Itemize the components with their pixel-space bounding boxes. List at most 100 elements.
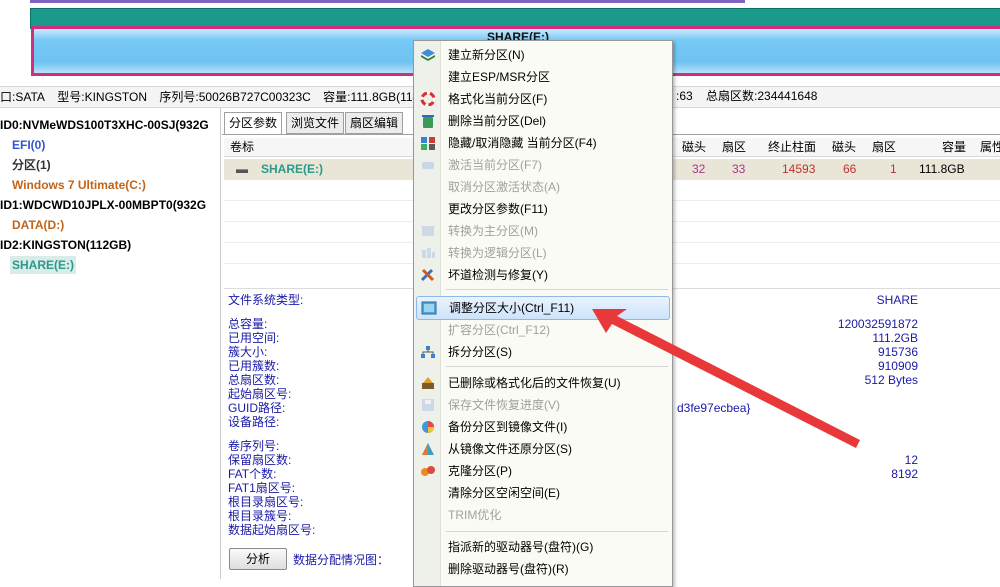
tree-partition-1[interactable]: 分区(1) — [12, 156, 51, 174]
detail-label: 已用簇数: — [228, 359, 280, 373]
menu-item-bad-sector-repair[interactable]: 坏道检测与修复(Y) — [414, 264, 672, 286]
tab-partition-params[interactable]: 分区参数 — [224, 112, 283, 135]
detail-value: 512 Bytes — [864, 373, 918, 387]
menu-item-save-recovery-progress[interactable]: 保存文件恢复进度(V) — [414, 394, 672, 416]
activate-icon — [420, 158, 436, 172]
col-volume[interactable]: 卷标 — [230, 138, 254, 156]
menu-separator — [446, 289, 668, 290]
menu-item-restore-image[interactable]: 从镜像文件还原分区(S) — [414, 438, 672, 460]
recover-icon — [420, 376, 436, 390]
tab-browse-files[interactable]: 浏览文件 — [286, 112, 345, 134]
save-icon — [420, 398, 436, 412]
menu-separator — [446, 366, 668, 367]
detail-label: 卷序列号: — [228, 439, 280, 453]
detail-value: 8192 — [891, 467, 918, 481]
detail-label: 保留扇区数: — [228, 453, 292, 467]
menu-item-remove-drive-letter[interactable]: 删除驱动器号(盘符)(R) — [414, 558, 672, 580]
menu-item-convert-logical[interactable]: 转换为逻辑分区(L) — [414, 242, 672, 264]
context-menu: 建立新分区(N) 建立ESP/MSR分区 格式化当前分区(F) 删除当前分区(D… — [413, 40, 673, 587]
tree-partition-d[interactable]: DATA(D:) — [12, 216, 64, 234]
detail-value: 12 — [904, 453, 918, 467]
col-start-head[interactable]: 磁头 — [682, 138, 706, 156]
analyze-button[interactable]: 分析 — [229, 548, 287, 570]
menu-item-split-partition[interactable]: 拆分分区(S) — [414, 341, 672, 363]
disk-total-sectors: 总扇区数:234441648 — [706, 89, 818, 103]
tree-partition-e-selected[interactable]: SHARE(E:) — [10, 256, 76, 274]
tree-disk-hd1[interactable]: ID1:WDCWD10JPLX-00MBPT0(932G — [0, 196, 206, 214]
restore-icon — [420, 442, 436, 456]
tree-partition-efi[interactable]: EFI(0) — [12, 136, 45, 154]
detail-label: 簇大小: — [228, 345, 268, 359]
menu-item-convert-primary[interactable]: 转换为主分区(M) — [414, 220, 672, 242]
detail-label: 数据起始扇区号: — [228, 523, 316, 537]
detail-value: 915736 — [877, 345, 918, 359]
layers-icon — [420, 48, 436, 62]
disk-model: 型号:KINGSTON — [57, 90, 148, 104]
guid-path-value: d3fe97ecbea} — [677, 401, 751, 415]
row-end-cylinder: 14593 — [782, 162, 816, 176]
menu-item-change-params[interactable]: 更改分区参数(F11) — [414, 198, 672, 220]
col-start-sector[interactable]: 扇区 — [722, 138, 746, 156]
resize-icon — [421, 301, 437, 315]
menu-item-format[interactable]: 格式化当前分区(F) — [414, 88, 672, 110]
col-end-sector[interactable]: 扇区 — [872, 138, 896, 156]
row-end-head: 66 — [843, 162, 857, 176]
menu-item-create-partition[interactable]: 建立新分区(N) — [414, 44, 672, 66]
col-end-head[interactable]: 磁头 — [832, 138, 856, 156]
detail-label: 起始扇区号: — [228, 387, 292, 401]
menu-item-resize-partition[interactable]: 调整分区大小(Ctrl_F11) — [416, 296, 670, 320]
detail-label: 根目录扇区号: — [228, 495, 304, 509]
clone-icon — [420, 464, 436, 478]
row-end-sector: 1 — [890, 162, 897, 176]
drive-icon: ▬ — [236, 162, 248, 176]
menu-item-file-recovery[interactable]: 已删除或格式化后的文件恢复(U) — [414, 372, 672, 394]
menu-item-assign-drive-letter[interactable]: 指派新的驱动器号(盘符)(G) — [414, 536, 672, 558]
detail-label: 根目录簇号: — [228, 509, 292, 523]
menu-item-hide[interactable]: 隐藏/取消隐藏 当前分区(F4) — [414, 132, 672, 154]
detail-label: 总扇区数: — [228, 373, 280, 387]
row-capacity: 111.8GB — [919, 162, 965, 176]
menu-item-delete[interactable]: 删除当前分区(Del) — [414, 110, 672, 132]
fs-type-label: 文件系统类型: — [228, 293, 304, 307]
fs-type-value: SHARE — [876, 293, 918, 307]
menu-item-wipe-free-space[interactable]: 清除分区空闲空间(E) — [414, 482, 672, 504]
backup-icon — [420, 420, 436, 434]
col-capacity[interactable]: 容量 — [942, 138, 966, 156]
tab-sector-editor[interactable]: 扇区编辑 — [345, 112, 404, 134]
detail-label: FAT个数: — [228, 467, 277, 481]
detail-label: 设备路径: — [228, 415, 280, 429]
convert-primary-icon — [420, 224, 436, 238]
tools-icon — [420, 268, 436, 282]
tree-partition-c[interactable]: Windows 7 Ultimate(C:) — [12, 176, 146, 194]
disk-serial: 序列号:50026B727C00323C — [159, 90, 311, 104]
menu-item-deactivate[interactable]: 取消分区激活状态(A) — [414, 176, 672, 198]
menu-item-trim[interactable]: TRIM优化 — [414, 504, 672, 526]
tree-disk-hd0[interactable]: ID0:NVMeWDS100T3XHC-00SJ(932G — [0, 116, 209, 134]
disk-interface: 口:SATA — [0, 90, 45, 104]
menu-separator — [446, 531, 668, 532]
detail-label: FAT1扇区号: — [228, 481, 296, 495]
detail-label: GUID路径: — [228, 401, 286, 415]
row-start-sector: 33 — [732, 162, 746, 176]
col-attr[interactable]: 属性 — [980, 138, 1000, 156]
menu-item-activate[interactable]: 激活当前分区(F7) — [414, 154, 672, 176]
split-icon — [420, 345, 436, 359]
lifebuoy-icon — [420, 91, 436, 107]
menu-item-backup-image[interactable]: 备份分区到镜像文件(I) — [414, 416, 672, 438]
disk-tree: ID0:NVMeWDS100T3XHC-00SJ(932G EFI(0) 分区(… — [0, 108, 221, 579]
row-start-head: 32 — [692, 162, 706, 176]
menu-item-create-esp-msr[interactable]: 建立ESP/MSR分区 — [414, 66, 672, 88]
convert-logical-icon — [420, 246, 436, 260]
disk-capacity: 容量:111.8GB(114 — [323, 90, 420, 104]
disk-info-tail: :63 总扇区数:234441648 — [676, 86, 817, 106]
distribution-label: 数据分配情况图： — [293, 553, 390, 567]
detail-label: 已用空间: — [228, 331, 280, 345]
col-end-cylinder[interactable]: 终止柱面 — [768, 138, 816, 156]
detail-value: 120032591872 — [837, 317, 918, 331]
detail-label: 总容量: — [228, 317, 268, 331]
detail-value: 910909 — [877, 359, 918, 373]
tree-disk-hd2[interactable]: ID2:KINGSTON(112GB) — [0, 236, 131, 254]
disk-top-strip — [30, 0, 745, 3]
menu-item-clone-partition[interactable]: 克隆分区(P) — [414, 460, 672, 482]
menu-item-extend-partition[interactable]: 扩容分区(Ctrl_F12) — [414, 319, 672, 341]
